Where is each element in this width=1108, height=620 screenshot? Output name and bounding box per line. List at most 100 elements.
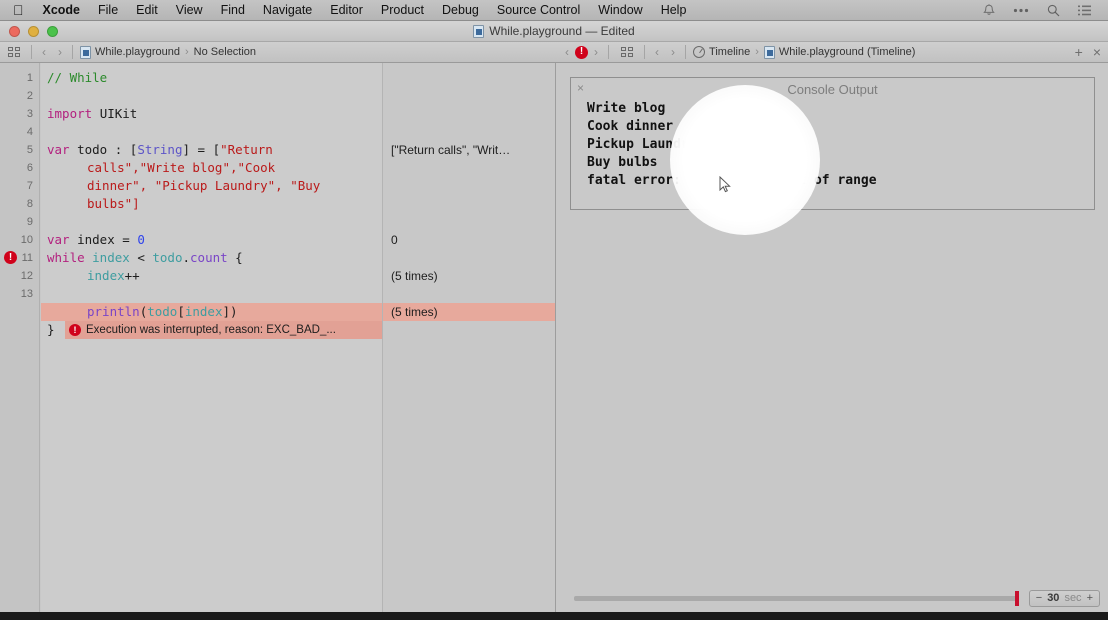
gutter-error-badge[interactable]: ! [4, 251, 17, 264]
close-button[interactable] [9, 26, 20, 37]
menu-item-help[interactable]: Help [652, 0, 696, 21]
menu-item-xcode[interactable]: Xcode [34, 0, 90, 21]
timeline-icon [693, 46, 706, 58]
breadcrumb-label: While.playground [95, 46, 180, 58]
assistant-jump-bar: ‹ ! › ‹ › Timeline › While.playground (T… [559, 42, 918, 63]
increase-duration-button[interactable]: + [1087, 592, 1093, 604]
code-token: { [227, 250, 243, 265]
code-token: todo [147, 304, 178, 319]
menu-item-product[interactable]: Product [372, 0, 433, 21]
line-number: 4 [26, 126, 33, 138]
breadcrumb-label: Timeline [709, 46, 751, 58]
window-bottom-edge [0, 612, 1108, 620]
line-number: 10 [20, 234, 33, 246]
bell-icon[interactable] [974, 3, 1004, 17]
code-token: todo [152, 250, 183, 265]
menu-item-edit[interactable]: Edit [127, 0, 167, 21]
minimize-button[interactable] [28, 26, 39, 37]
menu-item-source-control[interactable]: Source Control [488, 0, 589, 21]
code-token: 0 [137, 232, 145, 247]
main-content: 1 2 3 4 5 6 7 8 9 10 11! 12 13 // While import UIKit v… [0, 63, 1108, 612]
console-output-panel[interactable]: × Console Output Write blog Cook dinner Pi… [570, 77, 1095, 210]
menu-item-file[interactable]: File [89, 0, 127, 21]
close-assistant-editor-button[interactable]: × [1093, 44, 1101, 60]
code-token: while [47, 250, 93, 265]
code-token: println [87, 304, 140, 319]
add-assistant-editor-button[interactable]: + [1075, 44, 1083, 60]
source-editor[interactable]: 1 2 3 4 5 6 7 8 9 10 11! 12 13 // While import UIKit v… [0, 63, 556, 612]
console-line: Pickup Laundry [587, 137, 697, 152]
close-icon[interactable]: × [577, 82, 584, 94]
timeline-pane: × Console Output Write blog Cook dinner Pi… [557, 63, 1108, 612]
apple-logo-icon[interactable]:  [13, 3, 24, 17]
menu-item-debug[interactable]: Debug [433, 0, 488, 21]
divider [72, 45, 73, 59]
console-line: fatal error: Array index out of range [587, 173, 877, 188]
code-token: . [182, 250, 191, 265]
code-token: index = [77, 232, 138, 247]
duration-unit: sec [1064, 592, 1082, 604]
menu-item-find[interactable]: Find [212, 0, 254, 21]
menu-item-view[interactable]: View [167, 0, 212, 21]
code-token: ] = [ [182, 142, 221, 157]
line-number: 3 [26, 108, 33, 120]
result-value[interactable]: (5 times) [391, 303, 438, 321]
duration-stepper[interactable]: − 30 sec + [1028, 589, 1100, 607]
assistant-back-button[interactable]: ‹ [649, 42, 665, 63]
code-token: [ [177, 304, 185, 319]
code-token: calls","Write blog","Cook [87, 160, 276, 175]
breadcrumb-timeline[interactable]: Timeline [690, 46, 753, 58]
code-token: < [129, 250, 153, 265]
issue-error-badge[interactable]: ! [575, 45, 589, 59]
result-value[interactable]: ["Return calls", "Writ… [391, 141, 510, 159]
console-output-title: Console Output [787, 81, 878, 97]
menu-item-navigate[interactable]: Navigate [254, 0, 321, 21]
divider [685, 45, 687, 59]
decrease-duration-button[interactable]: − [1036, 592, 1042, 604]
code-token: index [184, 304, 223, 319]
timeline-track[interactable] [574, 590, 1019, 606]
breadcrumb-label: No Selection [193, 46, 257, 58]
results-sidebar[interactable]: ["Return calls", "Writ… 0 (5 times) (5 time… [382, 63, 555, 612]
line-number: 7 [26, 180, 33, 192]
line-number-gutter[interactable]: 1 2 3 4 5 6 7 8 9 10 11! 12 13 [0, 63, 40, 612]
breadcrumb-label: While.playground (Timeline) [778, 46, 916, 58]
result-value[interactable]: (5 times) [391, 267, 438, 285]
code-token: dinner", "Pickup Laundry", "Buy [87, 178, 321, 193]
assistant-layout-icon[interactable] [621, 46, 634, 58]
breadcrumb-playground[interactable]: While.playground [77, 45, 183, 59]
macos-menu-bar:  XcodeFileEditViewFindNavigateEditorPro… [0, 0, 1108, 21]
menu-item-window[interactable]: Window [589, 0, 651, 21]
issue-forward-button[interactable]: › [588, 42, 604, 63]
related-items-icon[interactable] [8, 46, 21, 58]
navigate-forward-button[interactable]: › [52, 42, 68, 63]
result-value[interactable]: 0 [391, 231, 398, 249]
line-number: 12 [20, 270, 33, 282]
xcode-window:  XcodeFileEditViewFindNavigateEditorPro… [0, 0, 1108, 620]
navigate-back-button[interactable]: ‹ [36, 42, 52, 63]
assistant-forward-button[interactable]: › [665, 42, 681, 63]
breadcrumb-playground-timeline[interactable]: While.playground (Timeline) [761, 45, 919, 59]
zoom-button[interactable] [47, 26, 58, 37]
breadcrumb-no-selection[interactable]: No Selection [191, 46, 259, 58]
code-token: count [190, 250, 228, 265]
console-line: Buy bulbs [587, 155, 658, 170]
console-line: Write blog [587, 101, 666, 116]
window-controls [9, 21, 58, 42]
code-token: ++ [124, 268, 140, 283]
code-token: ]) [222, 304, 238, 319]
control-center-icon[interactable] [1069, 5, 1100, 16]
playground-document-icon [473, 24, 485, 38]
menu-items: Xcode File Edit View Find Navigate Editor Produ… [34, 0, 696, 21]
playground-document-icon [763, 45, 775, 59]
code-token: } [47, 322, 55, 337]
code-token: String [137, 142, 183, 157]
menu-item-editor[interactable]: Editor [321, 0, 372, 21]
ellipsis-icon[interactable] [1004, 8, 1038, 13]
timeline-playhead[interactable] [1014, 590, 1019, 606]
search-icon[interactable] [1038, 4, 1069, 17]
inline-error-banner[interactable]: ! Execution was interrupted, reason: EXC_… [65, 321, 382, 339]
code-token: import [47, 106, 100, 121]
issue-back-button[interactable]: ‹ [559, 42, 575, 63]
divider [608, 45, 610, 59]
